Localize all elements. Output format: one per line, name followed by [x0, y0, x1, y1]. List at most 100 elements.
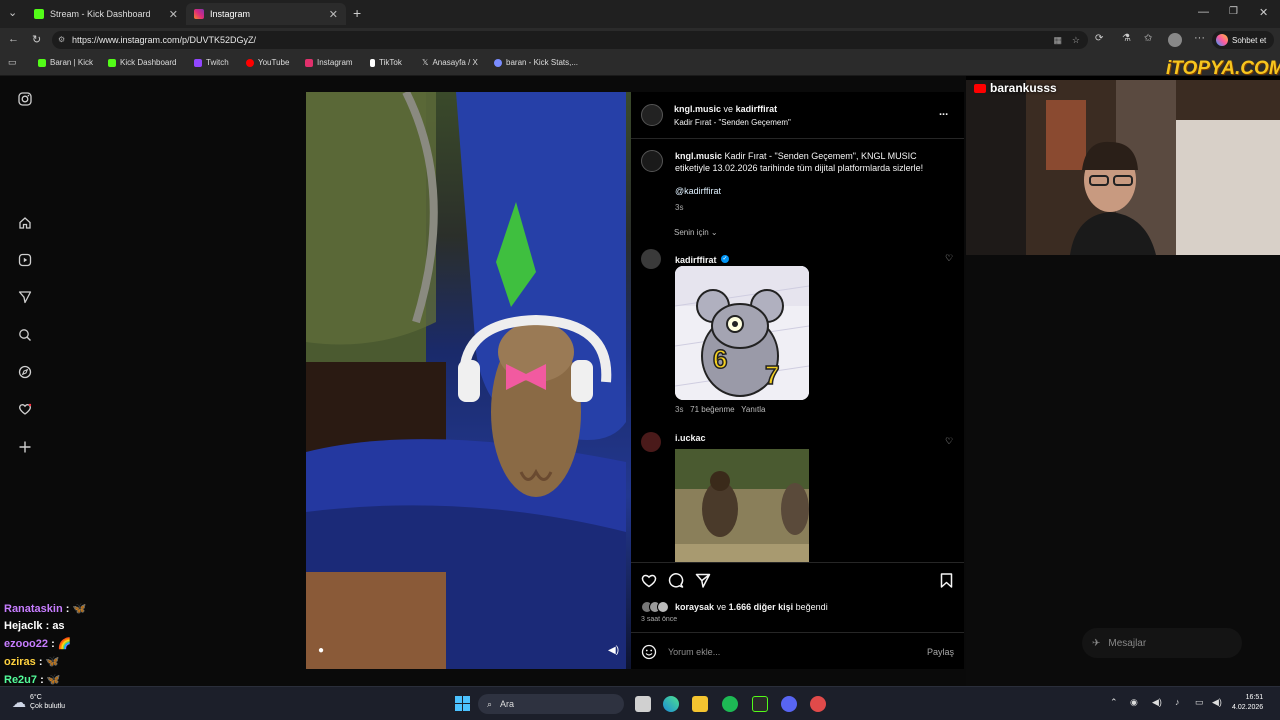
- file-explorer-icon[interactable]: [692, 696, 708, 712]
- chat-message: Hejaclk : as: [4, 620, 65, 632]
- comment-meta: 3s 71 beğenme Yanıtla: [675, 405, 765, 414]
- task-view-icon[interactable]: [635, 696, 651, 712]
- new-tab-button[interactable]: +: [353, 5, 361, 21]
- emoji-icon[interactable]: [641, 644, 657, 660]
- share-button[interactable]: [695, 573, 711, 588]
- bookmark-label: TikTok: [379, 58, 402, 67]
- close-tab-icon[interactable]: ✕: [329, 8, 338, 21]
- discord-icon[interactable]: [781, 696, 797, 712]
- sidebar-toggle-icon[interactable]: ▭: [8, 57, 17, 68]
- microphone-icon[interactable]: ♪: [1175, 697, 1180, 707]
- audio-subtitle[interactable]: Kadir Fırat - "Senden Geçemem": [674, 118, 791, 127]
- taskbar-search[interactable]: ⌕ Ara: [478, 694, 624, 714]
- reels-icon[interactable]: [18, 253, 34, 269]
- avatar[interactable]: [641, 249, 661, 269]
- spotify-icon[interactable]: [722, 696, 738, 712]
- chat-text: as: [52, 620, 65, 632]
- windows-start-icon[interactable]: [455, 696, 470, 711]
- tab-kick-dashboard[interactable]: Stream - Kick Dashboard ✕: [26, 3, 186, 25]
- like-button[interactable]: [641, 573, 657, 588]
- clock-time: 16:51: [1245, 694, 1264, 701]
- chat-message: ezooo22 : 🌈: [4, 638, 72, 650]
- refresh-icon[interactable]: ↻: [32, 33, 41, 46]
- search-icon[interactable]: [18, 328, 34, 344]
- address-bar[interactable]: ⚙ https://www.instagram.com/p/DUVTK52DGy…: [52, 31, 1088, 49]
- copilot-button[interactable]: Sohbet et: [1212, 31, 1274, 49]
- site-info-icon[interactable]: ⚙: [58, 31, 65, 49]
- weather-widget[interactable]: ☁ 6°C Çok bulutlu: [12, 693, 65, 711]
- create-icon[interactable]: [18, 440, 34, 456]
- close-window-button[interactable]: ✕: [1259, 6, 1268, 19]
- liked-by-user[interactable]: koraysak: [675, 602, 714, 612]
- clock[interactable]: 16:51 4.02.2026: [1232, 693, 1263, 713]
- discord-tray-icon[interactable]: ◉: [1130, 697, 1138, 708]
- bookmark-baran-kick[interactable]: Baran | Kick: [38, 58, 93, 67]
- bookmark-x[interactable]: 𝕏 Anasayfa / X: [422, 58, 478, 67]
- profile-avatar[interactable]: [1168, 33, 1182, 47]
- back-icon[interactable]: ←: [8, 33, 19, 45]
- extensions-icon[interactable]: ⟳: [1095, 33, 1103, 44]
- author-kadirffirat[interactable]: kadirffirat: [736, 104, 778, 114]
- restore-button[interactable]: ❐: [1229, 6, 1238, 17]
- bookmark-kick-dashboard[interactable]: Kick Dashboard: [108, 58, 176, 67]
- browser-tools-icon[interactable]: ⚗: [1122, 33, 1131, 44]
- avatar[interactable]: [641, 150, 663, 172]
- audio-icon[interactable]: ◀): [608, 645, 619, 656]
- chat-message: Ranataskin : 🦋: [4, 603, 87, 615]
- comment-input[interactable]: Yorum ekle...: [668, 647, 720, 657]
- like-comment-icon[interactable]: ♡: [945, 253, 953, 264]
- tab-instagram[interactable]: Instagram ✕: [186, 3, 346, 25]
- app-icon[interactable]: ▦: [1053, 31, 1062, 49]
- post-video[interactable]: ● ◀): [306, 92, 631, 669]
- liked-by-count[interactable]: 1.666 diğer kişi: [729, 602, 794, 612]
- bookmark-twitch[interactable]: Twitch: [194, 58, 229, 67]
- save-button[interactable]: [940, 573, 953, 588]
- bookmark-kick-stats[interactable]: baran - Kick Stats,...: [494, 58, 578, 67]
- author-kngl-music[interactable]: kngl.music: [674, 104, 721, 114]
- star-icon[interactable]: ☆: [1072, 31, 1080, 49]
- caption-user[interactable]: kngl.music: [675, 151, 722, 161]
- direct-icon[interactable]: [18, 290, 34, 306]
- sort-label: Senin için: [674, 228, 709, 237]
- tab-label: Instagram: [210, 9, 251, 19]
- close-tab-icon[interactable]: ✕: [169, 8, 178, 21]
- bookmark-label: Anasayfa / X: [432, 58, 478, 67]
- instagram-logo-icon[interactable]: [18, 92, 34, 108]
- avatar[interactable]: [641, 104, 663, 126]
- bookmark-tiktok[interactable]: TikTok: [370, 58, 402, 67]
- show-hidden-icons-icon[interactable]: ⌃: [1110, 697, 1118, 708]
- reply-button[interactable]: Yanıtla: [741, 405, 765, 414]
- volume-icon[interactable]: ◀): [1212, 697, 1222, 708]
- like-comment-icon[interactable]: ♡: [945, 436, 953, 447]
- tab-list-icon[interactable]: ⌄: [8, 6, 17, 19]
- avatar[interactable]: [641, 432, 661, 452]
- mention-link[interactable]: @kadirffirat: [675, 186, 721, 196]
- sort-comments-dropdown[interactable]: Senin için ⌄: [674, 228, 718, 237]
- minimize-button[interactable]: —: [1198, 6, 1209, 18]
- home-icon[interactable]: [18, 216, 34, 232]
- tagged-users-icon[interactable]: ●: [318, 645, 324, 656]
- edge-icon[interactable]: [663, 696, 679, 712]
- bookmark-instagram[interactable]: Instagram: [305, 58, 353, 67]
- app-icon[interactable]: [752, 696, 768, 712]
- messages-button[interactable]: ✈ Mesajlar: [1082, 628, 1242, 658]
- app-icon[interactable]: [810, 696, 826, 712]
- comment-button[interactable]: [668, 573, 684, 588]
- comment-likes[interactable]: 71 beğenme: [690, 405, 734, 414]
- more-options-icon[interactable]: ...: [939, 106, 948, 118]
- chat-message: Re2u7 : 🦋: [4, 674, 61, 686]
- menu-icon[interactable]: ···: [1194, 32, 1205, 44]
- notifications-heart-icon[interactable]: [18, 402, 34, 418]
- share-post-button[interactable]: Paylaş: [927, 647, 954, 657]
- avatar: [657, 601, 669, 613]
- speaker-icon[interactable]: ◀): [1152, 697, 1162, 708]
- comment-user[interactable]: i.uckac: [675, 433, 706, 443]
- bookmark-youtube[interactable]: YouTube: [246, 58, 289, 67]
- favorites-icon[interactable]: ✩: [1144, 33, 1152, 44]
- liked-by: koraysak ve 1.666 diğer kişi beğendi: [641, 601, 828, 613]
- svg-text:6: 6: [713, 344, 727, 374]
- divider: [631, 562, 964, 563]
- explore-icon[interactable]: [18, 365, 34, 381]
- comment-user[interactable]: kadirffirat: [675, 255, 717, 265]
- network-icon[interactable]: ▭: [1195, 697, 1204, 708]
